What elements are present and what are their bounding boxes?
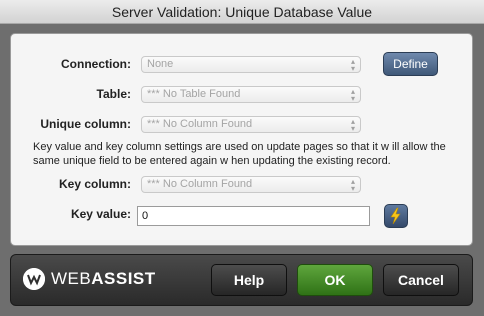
webassist-logo-icon xyxy=(23,268,45,290)
dialog-body: Connection: None ▴ ▾ Define Table: *** No… xyxy=(0,24,484,316)
window-title: Server Validation: Unique Database Value xyxy=(0,0,484,24)
unique-column-select-value: *** No Column Found xyxy=(147,118,253,130)
brand-light: WEB xyxy=(51,269,92,288)
table-label: Table: xyxy=(96,87,131,101)
key-value-input[interactable] xyxy=(137,206,370,226)
table-select[interactable]: *** No Table Found ▴ ▾ xyxy=(141,86,361,103)
connection-label: Connection: xyxy=(61,57,131,71)
table-select-value: *** No Table Found xyxy=(147,88,241,100)
define-button[interactable]: Define xyxy=(383,52,438,76)
key-column-label: Key column: xyxy=(58,177,131,191)
unique-column-select[interactable]: *** No Column Found ▴ ▾ xyxy=(141,116,361,133)
bolt-button[interactable] xyxy=(384,204,408,228)
key-column-select[interactable]: *** No Column Found ▴ ▾ xyxy=(141,176,361,193)
updown-arrows-icon: ▴ ▾ xyxy=(350,87,355,103)
updown-arrows-icon: ▴ ▾ xyxy=(350,57,355,73)
brand-logo-text: WEBASSIST xyxy=(51,269,156,289)
key-settings-note: Key value and key column settings are us… xyxy=(33,141,446,167)
lightning-bolt-icon xyxy=(390,207,401,225)
footer-bar: WEBASSIST Help OK Cancel xyxy=(10,254,473,306)
connection-select-value: None xyxy=(147,58,174,70)
updown-arrows-icon: ▴ ▾ xyxy=(350,117,355,133)
brand-bold: ASSIST xyxy=(91,269,156,288)
key-column-select-value: *** No Column Found xyxy=(147,178,253,190)
updown-arrows-icon: ▴ ▾ xyxy=(350,177,355,193)
ok-button[interactable]: OK xyxy=(297,264,373,296)
cancel-button[interactable]: Cancel xyxy=(383,264,459,296)
connection-select[interactable]: None ▴ ▾ xyxy=(141,56,361,73)
help-button[interactable]: Help xyxy=(211,264,287,296)
unique-column-label: Unique column: xyxy=(40,117,131,131)
key-value-label: Key value: xyxy=(70,207,131,221)
settings-panel: Connection: None ▴ ▾ Define Table: *** No… xyxy=(10,33,473,246)
